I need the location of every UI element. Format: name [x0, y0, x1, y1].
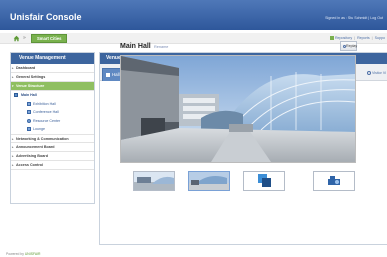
footer-branding: Powered by UNISFAIR — [6, 252, 41, 256]
sidebar-title: Venue Management — [11, 53, 94, 64]
tree-item-main-hall[interactable]: Main Hall — [11, 91, 94, 100]
sidebar-item-announcement-board[interactable]: ▸ Announcement Board — [11, 143, 94, 152]
tree-item-exhibition-hall[interactable]: Exhibition Hall — [11, 100, 94, 109]
chevron-right-icon: » — [23, 35, 26, 41]
caret-right-icon: ▸ — [12, 153, 14, 158]
lounge-icon — [27, 127, 31, 131]
hall-icon — [27, 110, 31, 114]
hall-name-heading: Main Hall — [120, 43, 151, 50]
hall-icon — [14, 93, 18, 97]
sidebar-item-advertising-board[interactable]: ▸ Advertising Board — [11, 152, 94, 161]
tree-item-resource-center[interactable]: Resource Center — [11, 117, 94, 126]
thumbnail-projector[interactable] — [313, 171, 355, 191]
tree-item-lounge[interactable]: Lounge — [11, 125, 94, 134]
caret-right-icon: ▸ — [12, 75, 14, 79]
visitor-view-link[interactable]: Visitor Vi — [366, 71, 386, 75]
caret-right-icon: ▸ — [12, 136, 14, 141]
app-title: Unisfair Console — [10, 12, 82, 22]
thumbnail-logo[interactable] — [243, 171, 285, 191]
home-icon[interactable] — [13, 35, 20, 42]
rename-link[interactable]: Rename — [154, 45, 168, 49]
top-links: Repository | Reports | Suppo — [329, 36, 385, 40]
caret-right-icon: ▸ — [12, 162, 14, 167]
replay-icon — [342, 44, 346, 48]
hall-display-icon — [106, 73, 110, 77]
sidebar-item-access-control[interactable]: ▸ Access Control — [11, 161, 94, 170]
tree-item-conference-hall[interactable]: Conference Hall — [11, 108, 94, 117]
sidebar-item-venue-structure[interactable]: ▾ Venue Structure — [11, 82, 94, 91]
hall-preview-image — [120, 55, 356, 163]
sidebar-item-networking[interactable]: ▸ Networking & Communication — [11, 133, 94, 143]
breadcrumb-current[interactable]: Smart Cities — [31, 34, 68, 43]
thumbnail-hall-2[interactable] — [188, 171, 230, 191]
caret-right-icon: ▸ — [12, 66, 14, 70]
hall-icon — [27, 101, 31, 106]
repository-icon — [329, 36, 334, 40]
breadcrumb: » Smart Cities Repository | Reports | Suppo — [0, 33, 387, 44]
support-link[interactable]: Suppo — [375, 36, 385, 40]
resource-icon — [27, 118, 31, 123]
sidebar-item-dashboard[interactable]: ▸ Dashboard — [11, 64, 94, 73]
caret-down-icon: ▾ — [12, 84, 14, 88]
thumbnail-strip — [120, 171, 356, 192]
thumbnail-hall-1[interactable] — [133, 171, 175, 191]
repository-link[interactable]: Repository — [335, 36, 352, 40]
caret-right-icon: ▸ — [12, 144, 14, 149]
reports-link[interactable]: Reports — [357, 36, 370, 40]
sidebar: Venue Management ▸ Dashboard ▸ General S… — [10, 52, 95, 204]
replay-button[interactable]: Replay — [340, 41, 357, 51]
app-header: Unisfair Console Signed in as : Stu Schm… — [0, 0, 387, 30]
signed-in-status[interactable]: Signed in as : Stu Schmidt | Log Out — [325, 16, 383, 20]
eye-icon — [366, 71, 371, 75]
sidebar-item-general-settings[interactable]: ▸ General Settings — [11, 73, 94, 82]
